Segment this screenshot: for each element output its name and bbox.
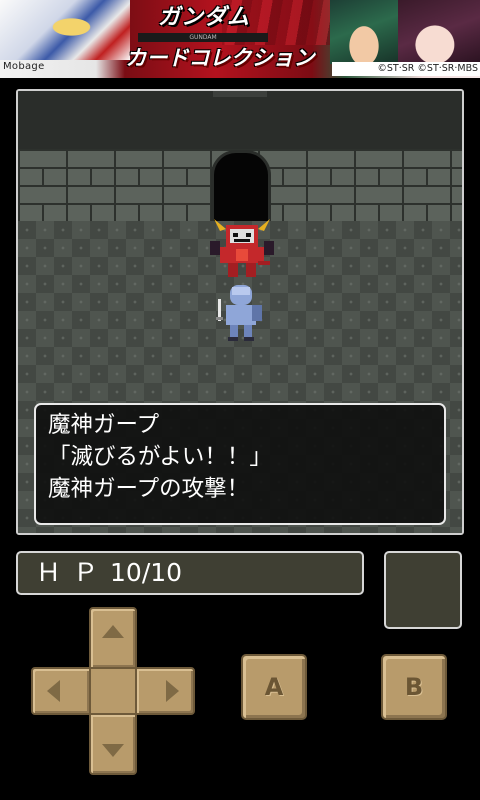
dpad-left-button[interactable] xyxy=(31,667,91,715)
ad-banner[interactable]: ガンダム GUNDAM カードコレクション Mobage ©ST·SR ©ST·… xyxy=(0,0,480,78)
banner-logo-top: ガンダム xyxy=(157,5,250,30)
demon-gaap-sprite xyxy=(210,219,274,277)
banner-logo-bottom: カードコレクション xyxy=(125,46,315,70)
message-window[interactable]: 魔神ガープ 「滅びるがよい！！」 魔神ガープの攻撃！ xyxy=(34,403,446,525)
hp-status-bar: ＨＰ10/10 xyxy=(16,551,364,595)
banner-brand: Mobage xyxy=(3,61,45,72)
menu-button[interactable] xyxy=(384,551,462,629)
arrow-up-icon xyxy=(102,625,124,638)
hp-label: ＨＰ xyxy=(36,558,111,587)
knight-player-sprite xyxy=(216,285,262,341)
hp-value: 10/10 xyxy=(110,558,183,587)
battle-action-line: 魔神ガープの攻撃！ xyxy=(48,476,250,502)
gundam-robot-art xyxy=(0,0,130,60)
banner-logo-bar: GUNDAM xyxy=(138,33,268,42)
b-button[interactable]: B xyxy=(381,654,447,720)
arrow-right-icon xyxy=(166,680,179,702)
dialogue-line: 「滅びるがよい！！」 xyxy=(48,444,272,470)
character-portrait-2 xyxy=(398,0,480,64)
dpad-down-button[interactable] xyxy=(89,713,137,775)
dpad-up-button[interactable] xyxy=(89,607,137,669)
ceiling-notch xyxy=(213,91,267,97)
a-button[interactable]: A xyxy=(241,654,307,720)
character-portrait-1 xyxy=(330,0,398,64)
arrow-down-icon xyxy=(102,744,124,757)
game-screen[interactable]: 魔神ガープ 「滅びるがよい！！」 魔神ガープの攻撃！ xyxy=(16,89,464,535)
arrow-left-icon xyxy=(47,680,60,702)
dungeon-ceiling xyxy=(18,91,462,151)
dpad-right-button[interactable] xyxy=(135,667,195,715)
dpad-center xyxy=(89,667,137,715)
banner-copyright: ©ST·SR ©ST·SR·MBS xyxy=(332,62,480,76)
speaker-name: 魔神ガープ xyxy=(48,412,160,438)
